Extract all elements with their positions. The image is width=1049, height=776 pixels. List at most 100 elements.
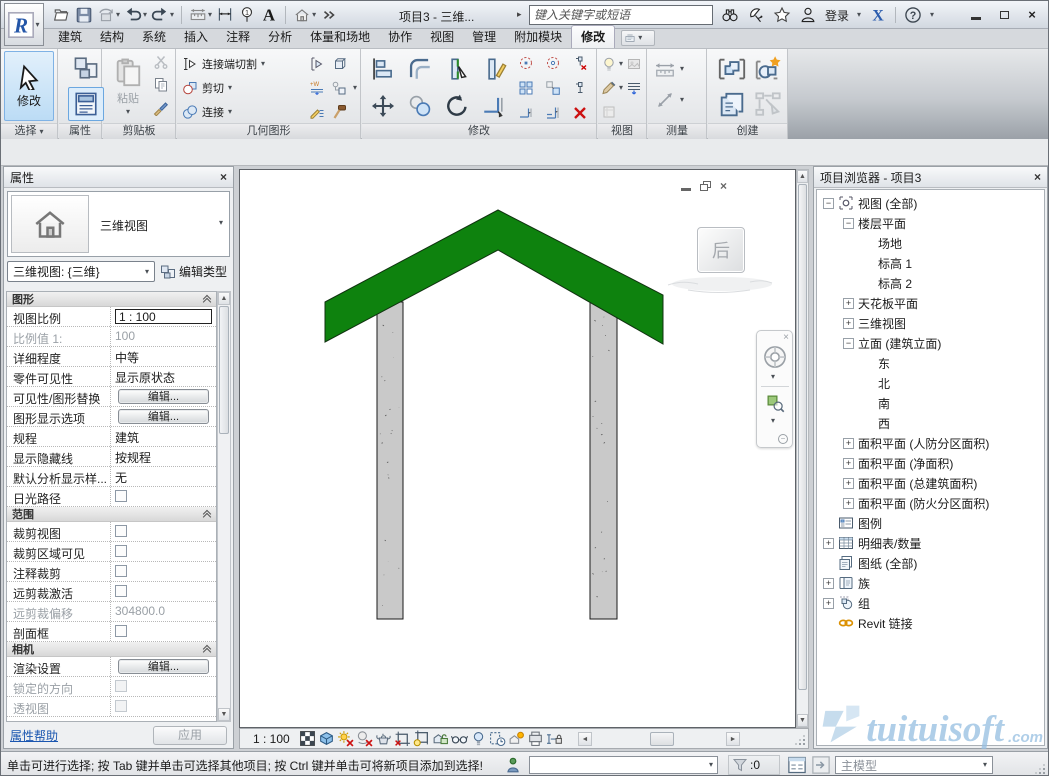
instance-selector[interactable]: 三维视图: {三维} ▾ [7,261,155,282]
chevron-down-icon[interactable]: ▾ [771,373,775,381]
properties-help-link[interactable]: 属性帮助 [10,727,58,744]
ribbon-tab[interactable]: 体量和场地 [301,26,379,48]
communication-center-icon[interactable] [747,6,765,24]
exclude-options-icon[interactable] [811,755,831,775]
property-section-header[interactable]: 相机 [7,642,216,657]
measure-between-icon[interactable] [654,89,676,111]
tree-expander-icon[interactable]: + [843,458,854,469]
show-analytical-model-icon[interactable] [527,730,544,747]
qat-text-note-button[interactable]: A [258,4,280,26]
editable-only-icon[interactable] [504,756,522,774]
family-types-button[interactable] [68,53,104,83]
ribbon-tab[interactable]: 建筑 [49,26,91,48]
tree-item[interactable]: −楼层平面 [817,213,1044,233]
view-close-icon[interactable]: × [720,179,727,193]
tree-item[interactable]: −立面 (建筑立面) [817,333,1044,353]
property-checkbox[interactable] [115,490,127,502]
offset-dimension-icon[interactable]: +W [309,80,325,96]
ribbon-tab[interactable]: 系统 [133,26,175,48]
tree-expander-icon[interactable]: + [843,438,854,449]
cut-icon[interactable] [153,54,169,70]
qat-redo-button[interactable]: ▾ [149,4,176,26]
copy-modify-button[interactable] [401,87,438,124]
design-options-dropdown[interactable]: 主模型 ▾ [835,756,993,774]
view-reference-icon[interactable] [601,104,617,120]
wall-joins-button[interactable] [512,50,539,75]
trim-extend-multi-button[interactable] [539,100,566,125]
ribbon-tab[interactable]: 视图 [421,26,463,48]
sun-path-icon[interactable] [337,730,354,747]
tree-item[interactable]: 北 [817,373,1044,393]
view-restore-icon[interactable] [700,181,711,191]
qat-measure-button[interactable]: ▾ [187,4,214,26]
login-label[interactable]: 登录 [825,7,849,24]
tree-item[interactable]: +族 [817,573,1044,593]
tree-expander-icon[interactable]: + [823,578,834,589]
highlight-displacement-sets-icon[interactable] [508,730,525,747]
property-value[interactable]: 无 [115,471,127,485]
scale-button[interactable] [539,75,566,100]
scroll-up-button[interactable]: ▲ [797,170,808,183]
chevron-down-icon[interactable]: ▾ [219,219,223,227]
cope-icon[interactable] [331,56,347,72]
zoom-icon[interactable] [765,393,785,413]
move-button[interactable] [364,87,401,124]
show-constraints-icon[interactable] [546,730,563,747]
qat-save-button[interactable] [73,4,95,26]
ribbon-tab[interactable]: 修改 [571,25,615,48]
thin-lines-icon[interactable] [626,80,642,96]
linework-icon[interactable] [601,80,617,96]
collapse-icon[interactable] [204,296,211,303]
ribbon-tab[interactable]: 插入 [175,26,217,48]
search-icon[interactable] [721,6,739,24]
tree-expander-icon[interactable]: + [843,498,854,509]
legend-component-button[interactable] [714,87,750,123]
split-with-gap-button[interactable] [475,50,512,87]
qat-aligned-dimension-button[interactable] [214,4,236,26]
temporary-view-properties-icon[interactable] [489,730,506,747]
property-checkbox[interactable] [115,585,127,597]
application-menu-button[interactable]: R ▾ [4,3,44,46]
split-element-button[interactable] [438,50,475,87]
geometry-tool[interactable]: 连接 ▾ [182,100,265,124]
window-resize-grip[interactable] [1043,772,1045,774]
tree-expander-icon[interactable]: − [843,338,854,349]
tree-item[interactable]: 西 [817,413,1044,433]
shadows-icon[interactable] [356,730,373,747]
tree-item[interactable]: 标高 2 [817,273,1044,293]
tree-item[interactable]: +明细表/数量 [817,533,1044,553]
array-button[interactable] [512,75,539,100]
paste-button[interactable]: 粘贴 ▾ [108,52,148,121]
edit-button[interactable]: 编辑... [118,389,209,404]
ribbon-tab[interactable]: 附加模块 [505,26,571,48]
create-group-button[interactable] [714,51,750,87]
wall-joins-2-button[interactable] [539,50,566,75]
qat-open-button[interactable] [51,4,73,26]
maximize-button[interactable] [993,6,1015,23]
tree-expander-icon[interactable]: − [823,198,834,209]
align-button[interactable] [364,50,401,87]
ribbon-tab[interactable]: 分析 [259,26,301,48]
exchange-apps-icon[interactable]: X [869,6,887,24]
tree-expander-icon[interactable]: + [843,318,854,329]
favorites-icon[interactable] [773,6,791,24]
ribbon-tab[interactable]: 注释 [217,26,259,48]
model-canvas[interactable]: × 后 × ▾ ▾ − [239,169,796,728]
tree-expander-icon[interactable]: + [823,598,834,609]
navbar-close-icon[interactable]: × [783,333,789,343]
offset-button[interactable] [401,50,438,87]
property-checkbox[interactable] [115,625,127,637]
property-input[interactable]: 1 : 100 [115,309,212,324]
ribbon-tab[interactable]: 管理 [463,26,505,48]
detail-level-icon[interactable] [299,730,316,747]
property-value[interactable]: 100 [115,329,135,343]
qat-undo-button[interactable]: ▾ [122,4,149,26]
paint-icon[interactable] [331,80,347,96]
show-crop-region-icon[interactable] [413,730,430,747]
unpin-button[interactable] [566,50,593,75]
scrollbar-thumb[interactable] [219,306,229,434]
minimize-button[interactable] [965,6,987,23]
trim-corner-button[interactable] [475,87,512,124]
measure-ruler-icon[interactable] [654,58,676,80]
scroll-down-button[interactable]: ▼ [218,708,230,721]
